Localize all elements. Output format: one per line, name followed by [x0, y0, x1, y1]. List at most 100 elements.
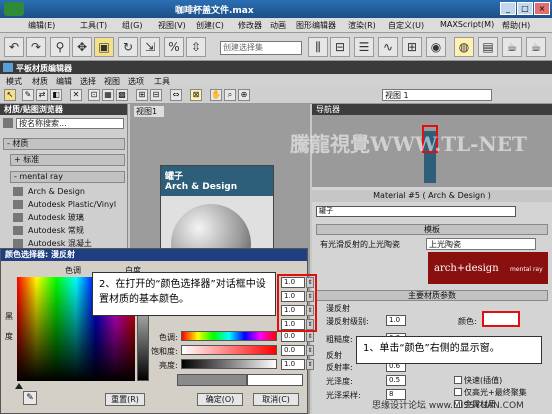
- reset-button[interactable]: 重置(R): [105, 393, 145, 406]
- cancel-button[interactable]: 取消(C): [253, 393, 299, 406]
- rollout-standard[interactable]: + 标准: [10, 154, 125, 166]
- menu-graph-editors[interactable]: 图形编辑器: [296, 20, 336, 31]
- menu-edit[interactable]: 编辑(E): [28, 20, 55, 31]
- saturation-spinner-icon[interactable]: ⇕: [306, 345, 314, 356]
- move-children-icon[interactable]: ⇔: [170, 89, 182, 101]
- menu-views[interactable]: 视图(V): [158, 20, 186, 31]
- slate-menu-options[interactable]: 选项: [128, 76, 144, 87]
- slate-menu-material[interactable]: 材质: [32, 76, 48, 87]
- view-dropdown[interactable]: 视图 1: [382, 89, 492, 101]
- put-material-icon[interactable]: ⇄: [36, 89, 48, 101]
- template-rollout[interactable]: 模板: [316, 224, 548, 235]
- select-object-icon[interactable]: ▣: [94, 37, 114, 57]
- diffuse-level-field[interactable]: 1.0: [386, 315, 406, 326]
- highlight-fg-checkbox[interactable]: [454, 388, 462, 396]
- move-icon[interactable]: ✥: [72, 37, 92, 57]
- menu-animation[interactable]: 动画: [270, 20, 286, 31]
- select-tool-icon[interactable]: ↖: [4, 89, 16, 101]
- material-swatch-icon: [13, 239, 23, 248]
- close-button[interactable]: ×: [534, 2, 550, 15]
- percent-snap-icon[interactable]: %: [164, 37, 184, 57]
- color-preview-new: [247, 374, 303, 386]
- saturation-value[interactable]: 0.0: [281, 345, 305, 356]
- main-params-rollout[interactable]: 主要材质参数: [316, 290, 548, 301]
- view-tab[interactable]: 视图1: [134, 106, 164, 117]
- eyedropper-icon[interactable]: ✎: [23, 391, 37, 405]
- curve-editor-icon[interactable]: ∿: [378, 37, 398, 57]
- material-name-field[interactable]: 罐子: [316, 206, 516, 217]
- view-zoom-icon[interactable]: ⌕: [224, 89, 236, 101]
- mirror-icon[interactable]: ⫼: [308, 37, 328, 57]
- reset-map-icon[interactable]: ✕: [70, 89, 82, 101]
- slate-menu-tools[interactable]: 工具: [154, 76, 170, 87]
- brightness-spinner-icon[interactable]: ⇕: [306, 359, 314, 370]
- list-item[interactable]: Autodesk 常规: [10, 224, 125, 237]
- hide-unused-icon[interactable]: ⊠: [190, 89, 202, 101]
- rotate-icon[interactable]: ↻: [118, 37, 138, 57]
- app-logo-icon[interactable]: [4, 2, 24, 16]
- menu-customize[interactable]: 自定义(U): [388, 20, 424, 31]
- template-select[interactable]: 上光陶瓷: [426, 238, 536, 250]
- align-icon[interactable]: ⊟: [330, 37, 350, 57]
- view-pan-icon[interactable]: ✋: [210, 89, 222, 101]
- brightness-value[interactable]: 1.0: [281, 359, 305, 370]
- show-map-icon[interactable]: ▦: [102, 89, 114, 101]
- slate-menu-select[interactable]: 选择: [80, 76, 96, 87]
- pick-material-icon[interactable]: ✎: [22, 89, 34, 101]
- maximize-button[interactable]: □: [517, 2, 533, 15]
- reflection-label: 反射: [326, 351, 342, 360]
- menu-group[interactable]: 组(G): [122, 20, 142, 31]
- material-node-name: 罐子: [165, 172, 184, 182]
- menu-modifiers[interactable]: 修改器: [238, 20, 262, 31]
- browser-options-icon[interactable]: [3, 118, 13, 128]
- make-unique-icon[interactable]: ⊡: [88, 89, 100, 101]
- scale-icon[interactable]: ⇲: [140, 37, 160, 57]
- render-setup-icon[interactable]: ◍: [454, 37, 474, 57]
- material-swatch-icon: [13, 213, 23, 222]
- zoom-extents-icon[interactable]: ⊕: [238, 89, 250, 101]
- saturation-row-bar[interactable]: [181, 345, 277, 355]
- blackness-label: 黑: [5, 312, 13, 321]
- spinner-snap-icon[interactable]: ⇳: [186, 37, 206, 57]
- hue-row-bar[interactable]: [181, 331, 277, 341]
- value-row-bar[interactable]: [181, 359, 277, 369]
- layout-icon[interactable]: ⊞: [136, 89, 148, 101]
- assign-material-icon[interactable]: ◧: [50, 89, 62, 101]
- menu-create[interactable]: 创建(C): [196, 20, 224, 31]
- selection-set-dropdown[interactable]: 创建选择集: [220, 41, 302, 55]
- show-background-icon[interactable]: ▩: [116, 89, 128, 101]
- tutorial-callout-step2: 2、在打开的“颜色选择器”对话框中设置材质的基本颜色。: [92, 272, 276, 316]
- slate-menu-edit[interactable]: 编辑: [56, 76, 72, 87]
- menu-tools[interactable]: 工具(T): [80, 20, 107, 31]
- list-item[interactable]: Autodesk 玻璃: [10, 211, 125, 224]
- select-link-icon[interactable]: ⚲: [50, 37, 70, 57]
- render-production-icon[interactable]: ☕: [526, 37, 546, 57]
- redo-icon[interactable]: ↷: [26, 37, 46, 57]
- layer-icon[interactable]: ☰: [354, 37, 374, 57]
- list-item[interactable]: Arch & Design: [10, 185, 125, 198]
- material-editor-icon[interactable]: ◉: [426, 37, 446, 57]
- browser-search-input[interactable]: 按名称搜索...: [16, 118, 124, 129]
- hue-slider-arrow-icon[interactable]: [15, 383, 23, 389]
- undo-icon[interactable]: ↶: [4, 37, 24, 57]
- fast-interp-checkbox[interactable]: [454, 376, 462, 384]
- gloss-field[interactable]: 0.5: [386, 375, 406, 386]
- minimize-button[interactable]: _: [500, 2, 516, 15]
- slate-menu-mode[interactable]: 模式: [6, 76, 22, 87]
- rollout-materials[interactable]: - 材质: [3, 138, 125, 150]
- menu-help[interactable]: 帮助(H): [502, 20, 530, 31]
- rollout-mental-ray[interactable]: - mental ray: [10, 171, 125, 183]
- slate-menu-view[interactable]: 视图: [104, 76, 120, 87]
- schematic-icon[interactable]: ⊞: [402, 37, 422, 57]
- rendered-frame-icon[interactable]: ▤: [478, 37, 498, 57]
- material-header: Material #5 ( Arch & Design ): [312, 190, 552, 202]
- list-item[interactable]: Autodesk Plastic/Vinyl: [10, 198, 125, 211]
- hue-value[interactable]: 0.0: [281, 331, 305, 342]
- menu-maxscript[interactable]: MAXScript(M): [440, 20, 494, 29]
- render-icon[interactable]: ☕: [502, 37, 522, 57]
- hue-spinner-icon[interactable]: ⇕: [306, 331, 314, 342]
- layout-children-icon[interactable]: ⊟: [150, 89, 162, 101]
- ok-button[interactable]: 确定(O): [197, 393, 243, 406]
- diffuse-color-swatch[interactable]: [482, 311, 520, 327]
- menu-rendering[interactable]: 渲染(R): [348, 20, 376, 31]
